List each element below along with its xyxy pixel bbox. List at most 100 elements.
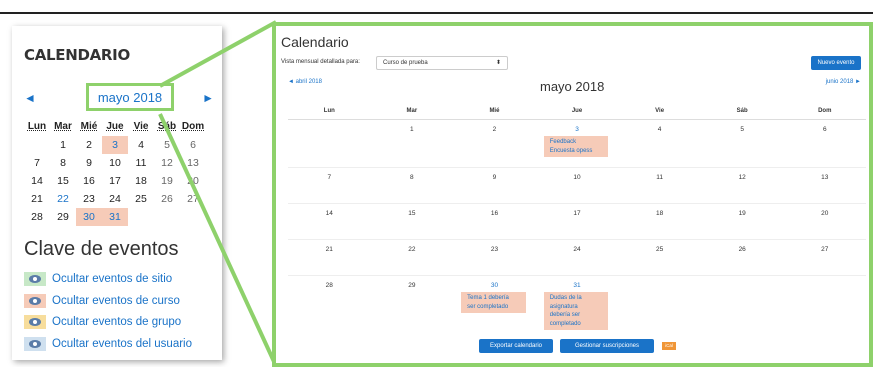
weekday-header: Dom [181,121,205,132]
event-item[interactable]: Tema 1 debería ser completado [461,292,526,313]
day-cell: 18 [135,175,147,187]
day-cell: 10 [536,168,619,203]
mini-week-row: 7 8 9 10 11 12 13 [24,154,212,172]
event-text[interactable]: Tema 1 debería [467,294,526,303]
day-cell: 26 [701,240,784,275]
day-cell: 28 [31,211,43,223]
day-number: 16 [490,210,499,217]
day-cell: 23 [83,193,95,205]
event-text[interactable]: asignatura [550,303,609,312]
day-cell [701,276,784,338]
mini-week-row: 14 15 16 17 18 19 20 [24,172,212,190]
day-cell: 9 [453,168,536,203]
ical-badge[interactable]: iCal [662,342,676,350]
select-caret-icon: ⬍ [495,60,501,66]
day-number: 7 [327,174,332,181]
day-cell: 2 [86,139,92,151]
event-text[interactable]: debería ser [550,311,609,320]
event-key-site[interactable]: Ocultar eventos de sitio [24,270,216,288]
day-cell: 15 [57,175,69,187]
day-cell: 6 [783,120,866,167]
event-key-label[interactable]: Ocultar eventos de sitio [52,273,172,285]
weekday-header: Lun [323,108,335,114]
day-number: 18 [655,210,664,217]
eye-icon [24,315,46,329]
event-key-label[interactable]: Ocultar eventos del usuario [52,338,192,350]
weekday-header: Jue [106,121,124,132]
weekday-header: Vie [655,108,665,114]
weekday-header: Lun [27,121,47,132]
event-text[interactable]: Feedback [550,138,609,147]
weekday-header: Mié [80,121,98,132]
day-number: 24 [573,246,581,253]
event-key-label[interactable]: Ocultar eventos de grupo [52,316,181,328]
bottom-actions: Exportar calendario Gestionar suscripcio… [278,339,867,353]
day-cell-event[interactable]: 3 [102,136,128,154]
next-month-link[interactable]: junio 2018 ► [826,79,861,85]
new-event-button[interactable]: Nuevo evento [811,56,861,70]
day-cell: 13 [187,157,199,169]
day-number: 5 [740,126,744,133]
day-cell: 9 [86,157,92,169]
day-cell: 19 [701,204,784,239]
day-cell: 28 [288,276,371,338]
next-month-arrow[interactable]: ► [202,91,214,105]
eye-icon [24,272,46,286]
eye-icon [24,336,46,351]
day-cell: 27 [187,193,199,205]
day-cell: 22 [371,240,454,275]
manage-subscriptions-button[interactable]: Gestionar suscripciones [560,339,654,353]
prev-month-link[interactable]: ◄ abril 2018 [288,79,322,85]
event-key-label[interactable]: Ocultar eventos de curso [52,295,180,307]
day-number[interactable]: 31 [536,282,619,289]
event-item[interactable]: Dudas de la asignatura debería ser compl… [543,292,609,330]
grid-header-row: Lun Mar Mié Jue Vie Sáb Dom [288,102,866,120]
event-item[interactable]: Feedback Encuesta opess [543,136,609,157]
day-number: 21 [325,246,333,253]
export-calendar-button[interactable]: Exportar calendario [479,339,553,353]
day-number[interactable]: 3 [536,126,619,133]
day-cell: 25 [135,193,147,205]
grid-week-row: 21 22 23 24 25 26 27 [288,240,866,276]
course-select[interactable]: Curso de prueba ⬍ [376,56,508,70]
prev-month-arrow[interactable]: ◄ [24,91,36,105]
weekday-header: Mié [489,108,500,114]
day-cell-event[interactable]: 31 [102,208,128,226]
day-cell: 21 [288,240,371,275]
event-key-group[interactable]: Ocultar eventos de grupo [24,313,216,331]
weekday-header: Mar [406,108,418,114]
event-text[interactable]: Encuesta opess [550,147,609,156]
day-number: 1 [410,126,414,133]
day-cell: 11 [135,157,147,169]
month-nav: ◄ mayo 2018 ► [24,83,214,111]
weekday-header: Vie [133,121,149,132]
day-cell [783,276,866,338]
grid-week-row: 28 29 30 Tema 1 debería ser completado 3… [288,276,866,338]
grid-week-row: 7 8 9 10 11 12 13 [288,168,866,204]
page-title: Calendario [281,34,349,50]
day-cell: 26 [161,193,173,205]
day-number: 12 [738,174,746,181]
day-cell: 16 [453,204,536,239]
day-number: 23 [490,246,499,253]
day-cell [24,136,50,154]
day-cell: 23 [453,240,536,275]
day-cell: 15 [371,204,454,239]
event-key-user[interactable]: Ocultar eventos del usuario [24,335,216,353]
day-number: 15 [408,210,416,217]
event-text[interactable]: ser completado [467,303,526,312]
day-cell [128,208,154,226]
course-select-value: Curso de prueba [383,60,428,66]
day-cell: 20 [187,175,199,187]
day-cell: 25 [618,240,701,275]
day-cell: 14 [288,204,371,239]
month-link[interactable]: mayo 2018 [89,90,171,105]
day-number: 2 [492,126,497,133]
day-cell: 24 [536,240,619,275]
event-text[interactable]: completado [550,320,609,329]
event-text[interactable]: Dudas de la [550,294,609,303]
event-key-course[interactable]: Ocultar eventos de curso [24,292,216,310]
day-cell-event[interactable]: 30 [76,208,102,226]
day-number[interactable]: 30 [453,282,536,289]
day-cell: 4 [618,120,701,167]
